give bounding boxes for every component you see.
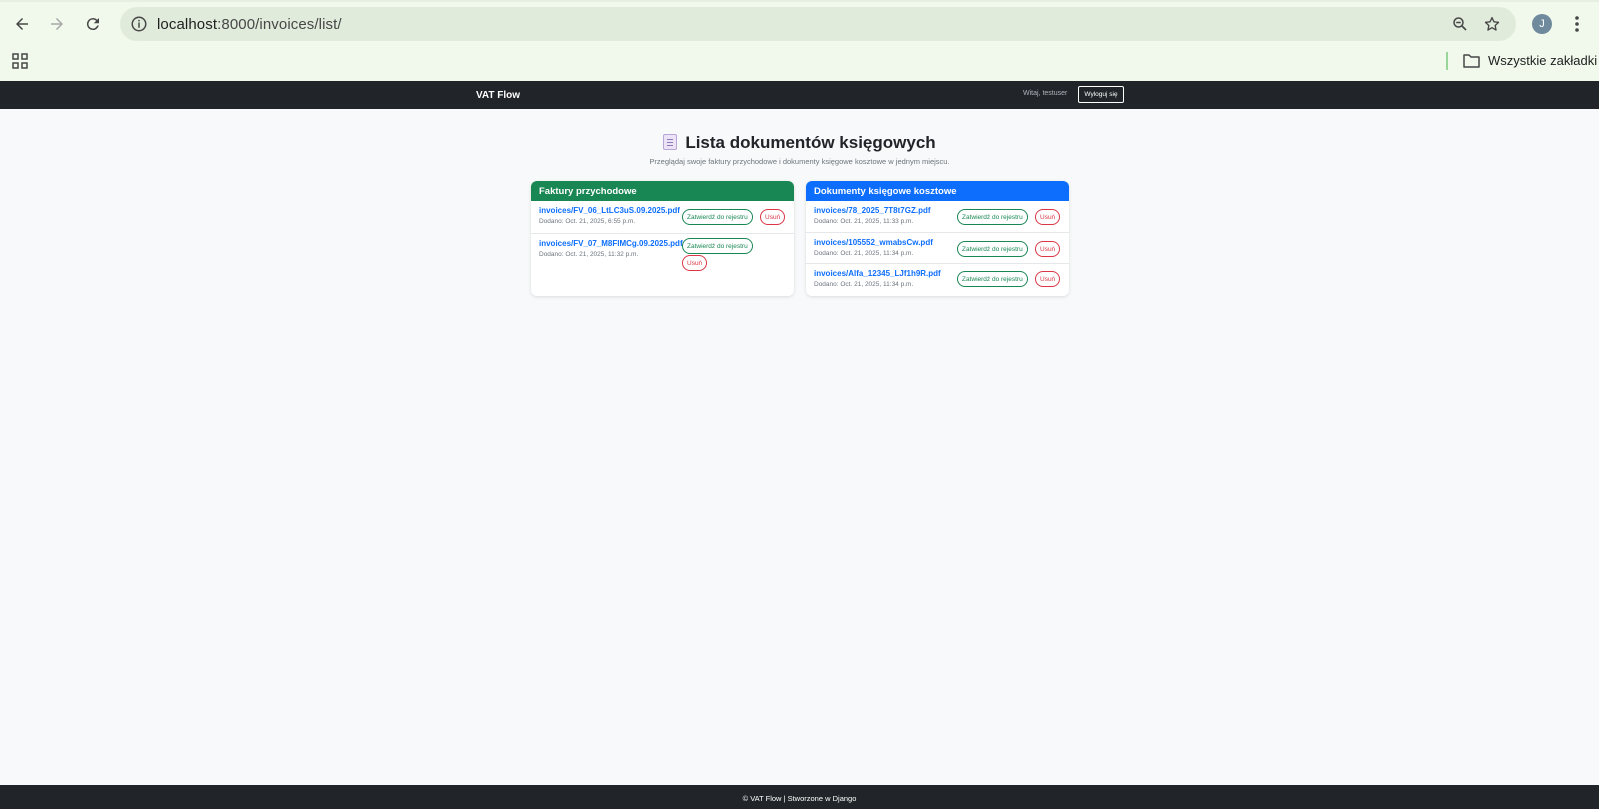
income-invoices-card: Faktury przychodowe invoices/FV_06_LtLC3…	[531, 181, 794, 296]
all-bookmarks-link[interactable]: Wszystkie zakładki	[1488, 53, 1597, 68]
income-card-heading: Faktury przychodowe	[531, 181, 794, 201]
list-item: invoices/Alfa_12345_LJf1h9R.pdf Dodano: …	[806, 264, 1069, 296]
welcome-text: Witaj, testuser	[1023, 90, 1068, 97]
document-link[interactable]: invoices/FV_07_M8FlMCg.09.2025.pdf	[539, 239, 683, 248]
page-title-text: Lista dokumentów księgowych	[685, 133, 936, 152]
document-link[interactable]: invoices/Alfa_12345_LJf1h9R.pdf	[814, 269, 941, 278]
page-footer: © VAT Flow | Stworzone w Django	[0, 785, 1599, 809]
document-date: Dodano: Oct. 21, 2025, 6:55 p.m.	[539, 218, 636, 225]
document-link[interactable]: invoices/105552_wmabsCw.pdf	[814, 238, 933, 247]
list-item: invoices/78_2025_7T8t7GZ.pdf Dodano: Oct…	[806, 201, 1069, 233]
cost-card-heading: Dokumenty księgowe kosztowe	[806, 181, 1069, 201]
url-path: :8000/invoices/list/	[217, 16, 342, 33]
delete-button[interactable]: Usuń	[760, 209, 786, 225]
document-icon	[663, 134, 678, 150]
approve-button[interactable]: Zatwierdź do rejestru	[682, 209, 753, 225]
logout-button[interactable]: Wyloguj się	[1078, 86, 1124, 103]
app-navbar: VAT Flow Witaj, testuser Wyloguj się	[0, 81, 1599, 109]
apps-grid-icon[interactable]	[12, 53, 28, 69]
approve-button[interactable]: Zatwierdź do rejestru	[957, 241, 1028, 257]
profile-avatar[interactable]: J	[1532, 14, 1552, 34]
delete-button[interactable]: Usuń	[1035, 271, 1061, 287]
page-subtitle: Przeglądaj swoje faktury przychodowe i d…	[649, 157, 950, 166]
tab-strip-edge	[0, 0, 1599, 2]
approve-button[interactable]: Zatwierdź do rejestru	[682, 238, 753, 254]
list-item: invoices/FV_07_M8FlMCg.09.2025.pdf Dodan…	[531, 234, 794, 296]
cost-documents-card: Dokumenty księgowe kosztowe invoices/78_…	[806, 181, 1069, 296]
site-info-icon[interactable]	[130, 15, 148, 33]
arrow-right-icon	[51, 18, 63, 30]
bookmarks-divider	[1446, 52, 1448, 70]
delete-button[interactable]: Usuń	[1035, 241, 1061, 257]
address-bar[interactable]: localhost:8000/invoices/list/	[120, 7, 1516, 41]
list-item: invoices/FV_06_LtLC3uS.09.2025.pdf Dodan…	[531, 201, 794, 234]
url-text[interactable]: localhost:8000/invoices/list/	[157, 16, 342, 33]
brand-link[interactable]: VAT Flow	[476, 90, 520, 101]
document-link[interactable]: invoices/78_2025_7T8t7GZ.pdf	[814, 206, 931, 215]
delete-button[interactable]: Usuń	[1035, 209, 1061, 225]
back-button[interactable]	[8, 10, 36, 38]
browser-chrome: localhost:8000/invoices/list/ J Wszystki…	[0, 0, 1599, 81]
approve-button[interactable]: Zatwierdź do rejestru	[957, 271, 1028, 287]
page-title: Lista dokumentów księgowych	[0, 133, 1599, 153]
reload-button[interactable]	[79, 10, 107, 38]
bookmark-star-icon[interactable]	[1483, 15, 1501, 33]
document-link[interactable]: invoices/FV_06_LtLC3uS.09.2025.pdf	[539, 206, 680, 215]
delete-button[interactable]: Usuń	[682, 255, 708, 271]
document-date: Dodano: Oct. 21, 2025, 11:33 p.m.	[814, 218, 914, 225]
document-date: Dodano: Oct. 21, 2025, 11:34 p.m.	[814, 250, 914, 257]
document-date: Dodano: Oct. 21, 2025, 11:32 p.m.	[539, 251, 639, 258]
document-date: Dodano: Oct. 21, 2025, 11:34 p.m.	[814, 281, 914, 288]
reload-icon	[86, 18, 99, 31]
forward-button[interactable]	[43, 10, 71, 38]
arrow-left-icon	[16, 18, 28, 30]
zoom-icon[interactable]	[1451, 15, 1469, 33]
url-host: localhost	[157, 16, 218, 33]
folder-icon[interactable]	[1463, 53, 1480, 68]
more-menu-icon[interactable]	[1567, 13, 1587, 35]
approve-button[interactable]: Zatwierdź do rejestru	[957, 209, 1028, 225]
list-item: invoices/105552_wmabsCw.pdf Dodano: Oct.…	[806, 233, 1069, 264]
